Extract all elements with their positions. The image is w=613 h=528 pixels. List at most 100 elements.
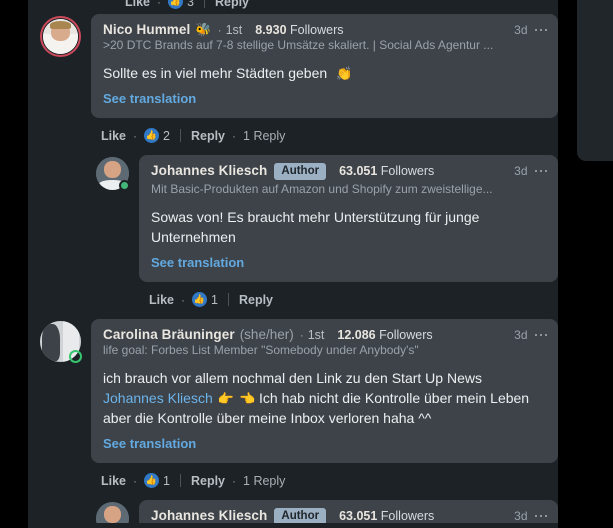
comment-text-line-1: ich brauch vor allem nochmal den Link zu…	[103, 370, 486, 386]
reaction-count: 3	[187, 0, 194, 9]
followers-label: Followers	[380, 509, 435, 523]
more-options-icon[interactable]	[534, 27, 547, 34]
point-left-icon: 👈	[238, 391, 256, 406]
reaction-summary[interactable]: 👍 1	[192, 292, 218, 307]
timestamp: 3d	[514, 23, 528, 37]
clap-icon: 👏	[336, 66, 353, 81]
right-rail-panel	[577, 0, 613, 161]
comment-meta: 3d	[514, 328, 547, 342]
reply-button[interactable]: Reply	[191, 129, 225, 143]
divider	[203, 0, 205, 8]
comment-bubble: 3d Johannes Kliesch Author 63.051 Follow…	[139, 500, 558, 523]
thumbs-up-icon: 👍	[144, 473, 160, 488]
reply-button[interactable]: Reply	[191, 474, 225, 488]
reply-count[interactable]: 1 Reply	[243, 129, 285, 143]
reaction-count: 1	[211, 292, 218, 307]
author-badge: Author	[274, 163, 327, 180]
mention-link[interactable]: Johannes Kliesch	[103, 390, 213, 406]
author-name[interactable]: Johannes Kliesch	[151, 508, 267, 523]
avatar[interactable]	[40, 16, 81, 57]
author-badge: Author	[274, 508, 327, 523]
comment-bubble: 3d Nico Hummel 🐝 · 1st 8.930 Followers >…	[91, 14, 558, 118]
open-to-work-ring-icon	[69, 350, 82, 363]
action-bar: Like · 👍 2 Reply · 1 Reply	[91, 128, 558, 143]
comment-bubble: 3d Carolina Bräuninger (she/her) · 1st 1…	[91, 319, 558, 463]
comment-meta: 3d	[514, 164, 547, 178]
screenshot-root: Like · 👍 3 Reply 3d Nico Hummel 🐝 · 1st …	[0, 0, 613, 528]
followers-label: Followers	[290, 23, 344, 37]
separator-dot: ·	[133, 128, 138, 143]
author-headline: >20 DTC Brands auf 7-8 stellige Umsätze …	[103, 38, 494, 52]
followers-count: 63.051	[339, 164, 378, 178]
reply-count[interactable]: 1 Reply	[243, 474, 285, 488]
partial-action-bar-top: Like · 👍 3 Reply	[28, 0, 558, 14]
followers-label: Followers	[379, 328, 433, 342]
divider	[179, 474, 181, 487]
reply-button[interactable]: Reply	[215, 0, 249, 9]
divider	[179, 129, 181, 142]
comment-header: Nico Hummel 🐝 · 1st 8.930 Followers	[103, 22, 546, 37]
see-translation-link[interactable]: See translation	[103, 436, 196, 451]
author-headline: Mit Basic-Produkten auf Amazon und Shopi…	[151, 182, 493, 196]
reaction-summary[interactable]: 👍 2	[144, 128, 170, 143]
action-bar: Like · 👍 1 Reply	[139, 292, 558, 307]
more-options-icon[interactable]	[534, 513, 547, 520]
separator-dot: ·	[232, 473, 237, 488]
connection-degree: 1st	[225, 23, 243, 37]
avatar[interactable]	[96, 157, 130, 191]
timestamp: 3d	[514, 164, 528, 178]
comment-body: Sowas von! Es braucht mehr Unterstützung…	[151, 209, 484, 245]
comment-header: Carolina Bräuninger (she/her) · 1st 12.0…	[103, 327, 546, 342]
creator-ring-icon	[40, 16, 81, 57]
comment-body: Sollte es in viel mehr Städten geben 👏	[103, 63, 546, 83]
comment-carolina-brauninger: 3d Carolina Bräuninger (she/her) · 1st 1…	[28, 319, 558, 500]
like-button[interactable]: Like	[125, 0, 150, 9]
author-name[interactable]: Johannes Kliesch	[151, 163, 267, 178]
bee-icon: 🐝	[195, 22, 212, 37]
separator-dot: ·	[157, 0, 162, 9]
pronouns: (she/her)	[239, 327, 294, 342]
more-options-icon[interactable]	[534, 168, 547, 175]
separator-dot: ·	[181, 292, 186, 307]
followers: 63.051 Followers	[339, 164, 434, 178]
author-headline: life goal: Forbes List Member "Somebody …	[103, 343, 419, 357]
followers-count: 12.086	[337, 328, 376, 342]
see-translation-link[interactable]: See translation	[151, 255, 244, 270]
followers: 8.930 Followers	[255, 23, 343, 37]
timestamp: 3d	[514, 328, 528, 342]
more-options-icon[interactable]	[534, 332, 547, 339]
partial-comment-bottom: 3d Johannes Kliesch Author 63.051 Follow…	[28, 500, 558, 523]
timestamp: 3d	[514, 509, 528, 523]
thumbs-up-icon: 👍	[192, 292, 208, 307]
connection-degree: 1st	[307, 328, 325, 342]
followers-count: 63.051	[339, 509, 378, 523]
comment-header: Johannes Kliesch Author 63.051 Followers	[151, 508, 546, 523]
comments-thread: Like · 👍 3 Reply 3d Nico Hummel 🐝 · 1st …	[28, 0, 558, 528]
like-button[interactable]: Like	[101, 474, 126, 488]
author-name[interactable]: Carolina Bräuninger	[103, 327, 235, 342]
see-translation-link[interactable]: See translation	[103, 91, 196, 106]
followers: 12.086 Followers	[337, 328, 432, 342]
comment-body: ich brauch vor allem nochmal den Link zu…	[103, 368, 546, 428]
reaction-summary[interactable]: 👍 1	[144, 473, 170, 488]
followers-label: Followers	[380, 164, 435, 178]
followers-count: 8.930	[255, 23, 287, 37]
point-right-icon: 👉	[217, 391, 234, 406]
thumbs-up-icon: 👍	[144, 128, 160, 143]
action-bar: Like · 👍 3 Reply	[28, 0, 249, 9]
comment-meta: 3d	[514, 509, 547, 523]
reply-button[interactable]: Reply	[239, 293, 273, 307]
reaction-summary[interactable]: 👍 3	[168, 0, 194, 9]
avatar[interactable]	[96, 502, 129, 523]
separator-dot: ·	[133, 473, 138, 488]
comment-meta: 3d	[514, 23, 547, 37]
separator-dot: ·	[217, 23, 222, 37]
comment-bubble: 3d Johannes Kliesch Author 63.051 Follow…	[139, 155, 558, 282]
avatar[interactable]	[40, 321, 82, 363]
separator-dot: ·	[232, 128, 237, 143]
author-name[interactable]: Nico Hummel	[103, 22, 190, 37]
like-button[interactable]: Like	[149, 293, 174, 307]
like-button[interactable]: Like	[101, 129, 126, 143]
divider	[227, 293, 229, 306]
reaction-count: 1	[163, 473, 170, 488]
